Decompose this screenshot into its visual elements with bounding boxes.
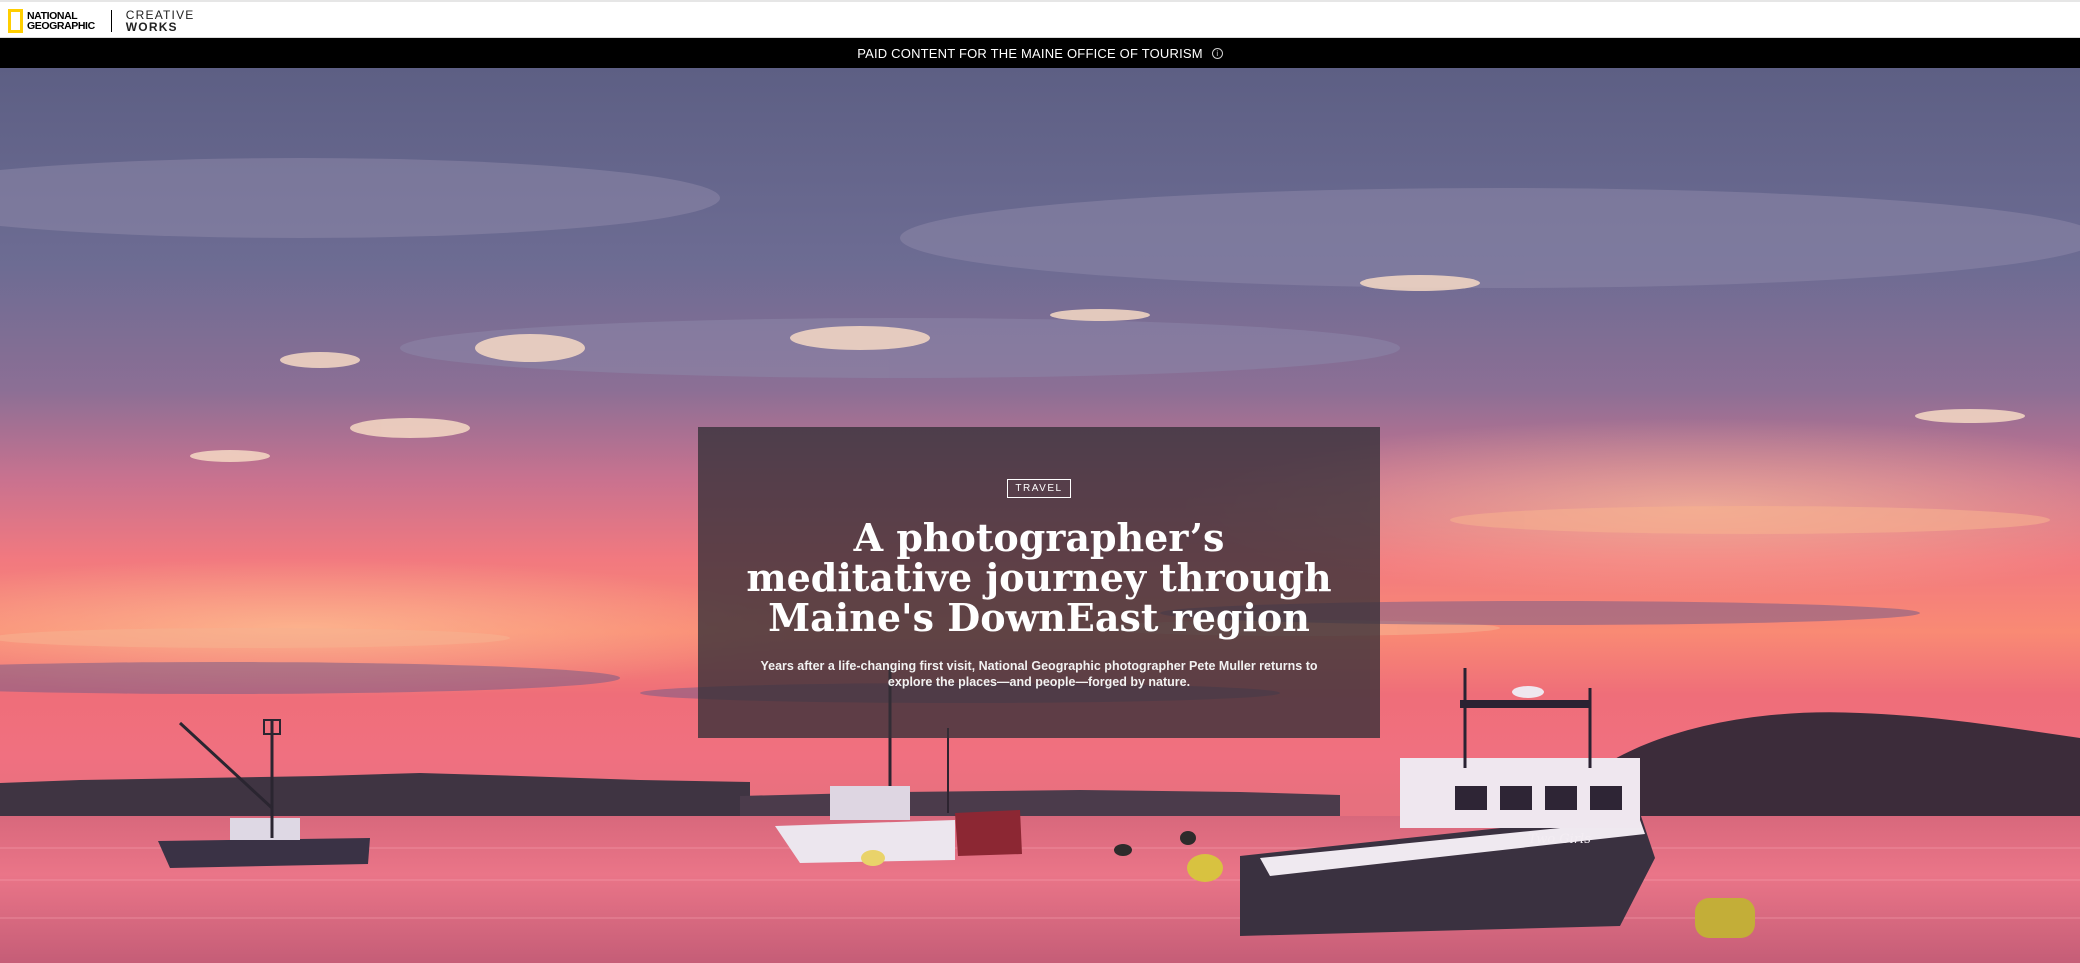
sub-brand-line-2: WORKS	[125, 20, 178, 34]
natgeo-creative-works-logo[interactable]: NATIONAL GEOGRAPHIC CREATIVE WORKS	[8, 8, 195, 34]
headline-card: TRAVEL A photographer’s meditative journ…	[698, 427, 1380, 738]
category-tag[interactable]: TRAVEL	[1007, 479, 1071, 498]
yellow-border-icon	[8, 9, 23, 33]
boat-name: Two Girls	[1528, 832, 1591, 847]
article-title: A photographer’s meditative journey thro…	[746, 515, 1332, 640]
article-dek: Years after a life-changing first visit,…	[760, 659, 1318, 689]
hero-section: Two Girls TRAVEL A photographer’s medita…	[0, 68, 2080, 963]
sponsor-bar: PAID CONTENT FOR THE MAINE OFFICE OF TOU…	[0, 38, 2080, 68]
sponsor-label: PAID CONTENT FOR THE MAINE OFFICE OF TOU…	[857, 45, 1203, 61]
logo-divider	[110, 10, 112, 32]
info-icon[interactable]: i	[1211, 47, 1223, 59]
brand-line-2: GEOGRAPHIC	[27, 20, 95, 32]
site-header: NATIONAL GEOGRAPHIC CREATIVE WORKS	[0, 0, 2080, 38]
creative-works-wordmark: CREATIVE WORKS	[126, 9, 195, 33]
natgeo-wordmark: NATIONAL GEOGRAPHIC	[27, 10, 95, 32]
